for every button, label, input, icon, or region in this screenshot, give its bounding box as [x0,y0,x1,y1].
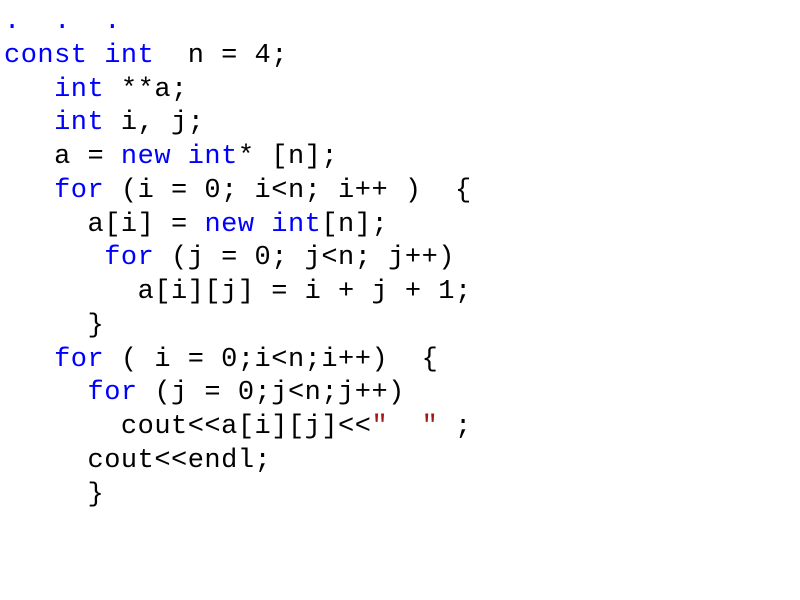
code-text: a = [4,142,121,172]
kw-for: for [4,345,104,375]
code-text: [n]; [321,210,388,240]
code-text: **a; [104,75,188,105]
code-line-9: a[i][j] = i + j + 1; [4,277,472,307]
kw-for: for [4,243,154,273]
code-text: n = 4; [154,41,288,71]
string-literal: " " [371,412,438,442]
kw-int: int [4,75,104,105]
kw-new-int: new int [204,210,321,240]
code-text: ( i = 0;i<n;i++) { [104,345,438,375]
code-text: (j = 0; j<n; j++) [154,243,455,273]
code-line-10: } [4,311,104,341]
kw-for: for [4,378,138,408]
code-text: i, j; [104,108,204,138]
kw-int: int [4,108,104,138]
code-listing: . . . const int n = 4; int **a; int i, j… [0,0,800,512]
code-line-15: } [4,480,104,510]
code-line-1: . . . [4,7,121,37]
code-text: (j = 0;j<n;j++) [138,378,405,408]
code-text: ; [438,412,471,442]
code-text: cout<<a[i][j]<< [4,412,371,442]
code-text: a[i] = [4,210,204,240]
code-text: (i = 0; i<n; i++ ) { [104,176,471,206]
code-line-14: cout<<endl; [4,446,271,476]
kw-for: for [4,176,104,206]
kw-new-int: new int [121,142,238,172]
code-text: * [n]; [238,142,338,172]
kw-const-int: const int [4,41,154,71]
